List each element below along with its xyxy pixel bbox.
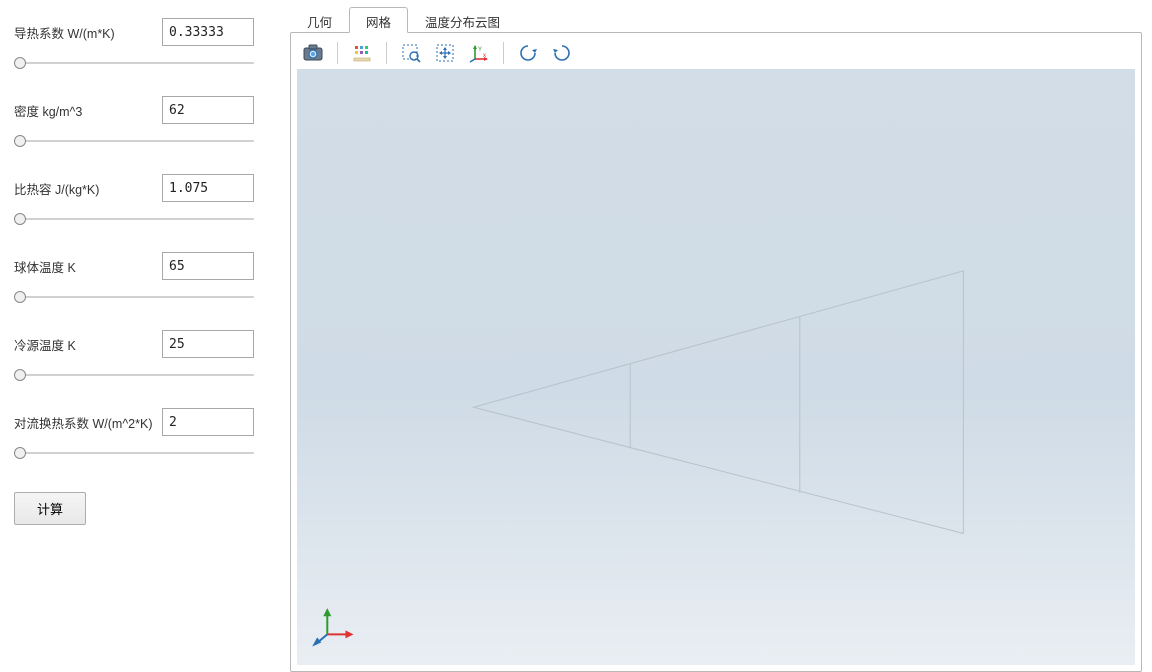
param-label: 对流换热系数 W/(m^2*K) — [14, 413, 162, 432]
toolbar-separator — [386, 42, 387, 64]
density-slider[interactable] — [14, 134, 254, 148]
viewport-canvas[interactable] — [297, 69, 1135, 665]
tab-temperature-contour[interactable]: 温度分布云图 — [408, 7, 517, 33]
param-label: 导热系数 W/(m*K) — [14, 23, 162, 42]
parameters-panel: 导热系数 W/(m*K) 密度 kg/m^3 比热容 J/(kg*K) — [0, 0, 290, 672]
rotate-left-icon[interactable] — [516, 41, 540, 65]
tab-bar: 几何 网格 温度分布云图 — [290, 6, 1142, 32]
param-convection-coeff: 对流换热系数 W/(m^2*K) — [14, 408, 276, 460]
viewer-toolbar: Y x — [297, 39, 1135, 69]
tab-geometry[interactable]: 几何 — [290, 7, 349, 33]
camera-icon[interactable] — [301, 41, 325, 65]
sphere-temp-slider[interactable] — [14, 290, 254, 304]
sphere-temp-input[interactable] — [162, 252, 254, 280]
param-label: 冷源温度 K — [14, 335, 162, 354]
convection-coeff-input[interactable] — [162, 408, 254, 436]
density-input[interactable] — [162, 96, 254, 124]
param-density: 密度 kg/m^3 — [14, 96, 276, 148]
param-label: 球体温度 K — [14, 257, 162, 276]
isometric-view-icon[interactable] — [350, 41, 374, 65]
viewer-frame: Y x — [290, 32, 1142, 672]
mesh-geometry — [297, 69, 1135, 665]
svg-text:x: x — [483, 53, 486, 59]
axes-toggle-icon[interactable]: Y x — [467, 41, 491, 65]
param-label: 比热容 J/(kg*K) — [14, 179, 162, 198]
rotate-right-icon[interactable] — [550, 41, 574, 65]
zoom-area-icon[interactable] — [399, 41, 423, 65]
tab-mesh[interactable]: 网格 — [349, 7, 408, 33]
param-thermal-conductivity: 导热系数 W/(m*K) — [14, 18, 276, 70]
specific-heat-input[interactable] — [162, 174, 254, 202]
svg-text:Y: Y — [478, 47, 482, 53]
cold-temp-slider[interactable] — [14, 368, 254, 382]
pan-icon[interactable] — [433, 41, 457, 65]
param-specific-heat: 比热容 J/(kg*K) — [14, 174, 276, 226]
param-cold-temp: 冷源温度 K — [14, 330, 276, 382]
thermal-conductivity-slider[interactable] — [14, 56, 254, 70]
param-label: 密度 kg/m^3 — [14, 101, 162, 120]
viewer-area: 几何 网格 温度分布云图 — [290, 0, 1152, 672]
cold-temp-input[interactable] — [162, 330, 254, 358]
specific-heat-slider[interactable] — [14, 212, 254, 226]
param-sphere-temp: 球体温度 K — [14, 252, 276, 304]
toolbar-separator — [503, 42, 504, 64]
convection-coeff-slider[interactable] — [14, 446, 254, 460]
calculate-button[interactable]: 计算 — [14, 492, 86, 525]
toolbar-separator — [337, 42, 338, 64]
thermal-conductivity-input[interactable] — [162, 18, 254, 46]
